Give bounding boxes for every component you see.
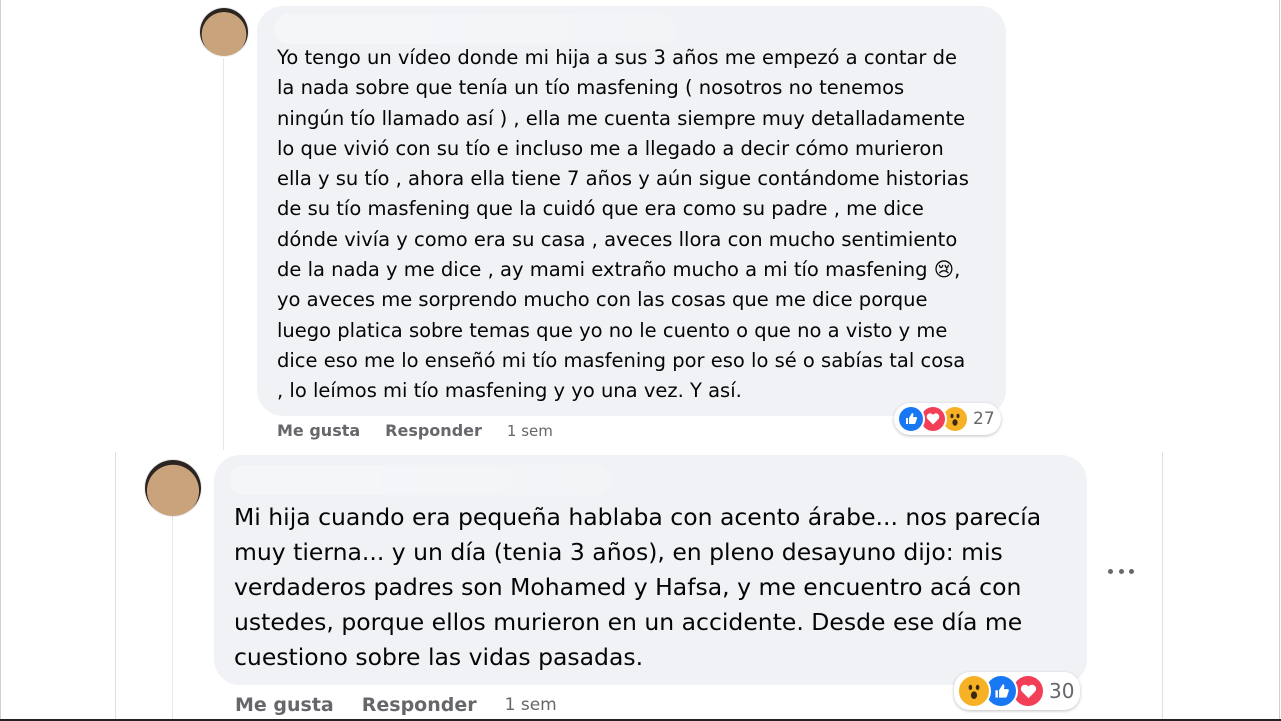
reaction-count: 27 (973, 409, 995, 429)
panel-border-right (1162, 452, 1163, 721)
author-name-blurred[interactable] (275, 14, 675, 44)
thread-line-second (172, 515, 173, 721)
crying-face-emoji: 😢 (933, 258, 955, 282)
reaction-summary[interactable]: 27 (894, 403, 1001, 435)
comment-bubble: Yo tengo un vídeo donde mi hija a sus 3 … (257, 6, 1006, 416)
more-options-icon[interactable] (1108, 558, 1134, 584)
like-icon (897, 405, 925, 433)
wow-icon (957, 674, 991, 708)
comment-text: Mi hija cuando era pequeña hablaba con a… (234, 503, 1042, 671)
comment-text: Yo tengo un vídeo donde mi hija a sus 3 … (277, 46, 969, 403)
avatar[interactable] (200, 8, 248, 56)
timestamp[interactable]: 1 sem (507, 422, 553, 440)
comment-bubble: Mi hija cuando era pequeña hablaba con a… (214, 455, 1087, 685)
timestamp[interactable]: 1 sem (505, 695, 557, 715)
comment-actions: Me gusta Responder 1 sem (235, 694, 557, 716)
reaction-count: 30 (1049, 679, 1075, 703)
divider-top-left (0, 0, 1, 721)
reply-button[interactable]: Responder (362, 694, 477, 716)
reaction-summary[interactable]: 30 (954, 672, 1081, 710)
avatar[interactable] (145, 460, 201, 516)
panel-border-left (115, 452, 116, 721)
comment-actions: Me gusta Responder 1 sem (277, 421, 553, 440)
author-name-blurred[interactable] (230, 465, 610, 495)
like-button[interactable]: Me gusta (277, 421, 360, 440)
like-button[interactable]: Me gusta (235, 694, 334, 716)
thread-line-left (223, 58, 224, 450)
reply-button[interactable]: Responder (385, 421, 482, 440)
divider-top-right (1279, 0, 1280, 721)
